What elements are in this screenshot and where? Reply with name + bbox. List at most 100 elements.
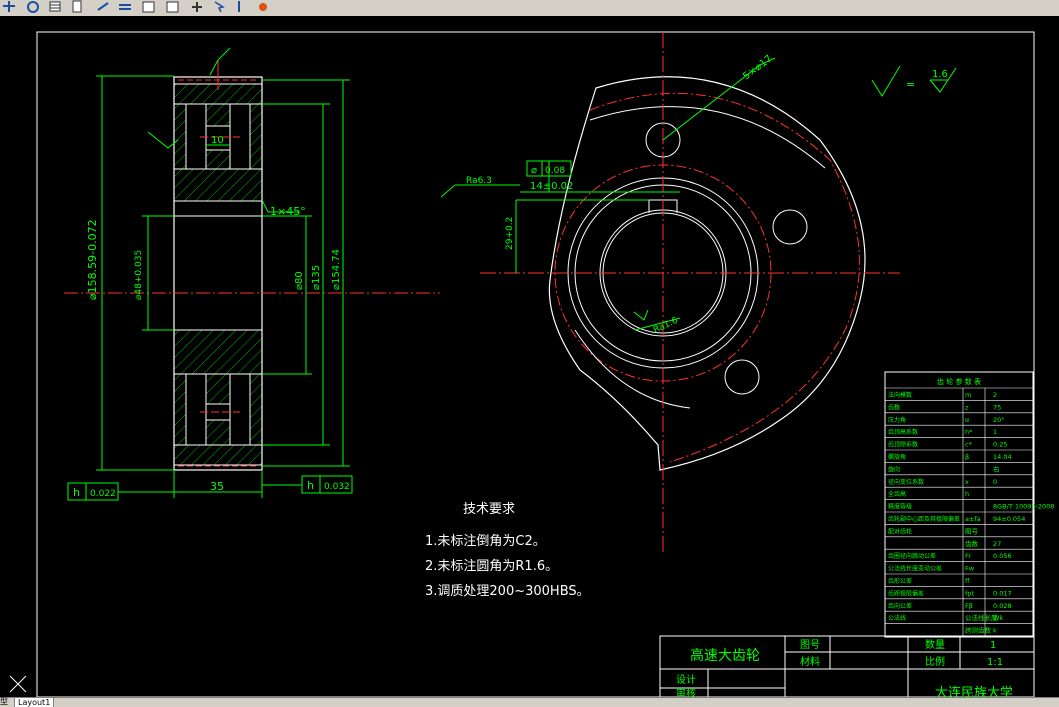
keyway-width: 14±0.02	[530, 181, 573, 192]
part-name: 高速大齿轮	[690, 647, 760, 664]
param-cell: Wk	[993, 614, 1003, 622]
param-cell: m	[965, 391, 971, 399]
tol-right-val: 0.032	[324, 482, 350, 492]
designer-label: 设计	[676, 673, 696, 686]
param-table: 齿 轮 参 数 表 法向模数 m 2 齿数 z 75 压力角 α 20° 齿顶高系数 h* 1 齿顶隙系…	[884, 371, 1054, 638]
param-cell: z	[965, 403, 969, 411]
param-cell: 跨测齿数	[965, 626, 992, 635]
param-cell: 配对齿轮	[888, 527, 912, 535]
tol-left-val: 0.022	[90, 489, 116, 499]
dim-bore: ⌀48+0.035	[134, 250, 144, 300]
match-icon[interactable]	[96, 0, 110, 13]
param-cell: 0	[993, 478, 997, 486]
cursor-icon[interactable]	[232, 0, 246, 13]
roughness-top: Ra6.3	[466, 176, 492, 186]
dim-135: ⌀135	[311, 265, 322, 290]
tol-left-sym: h	[73, 486, 80, 499]
window-icon[interactable]	[142, 0, 156, 13]
roughness-value: 1.6	[932, 69, 948, 80]
param-cell: h	[965, 490, 969, 498]
tech-item-2: 2.未标注圆角为R1.6。	[425, 559, 558, 574]
param-cell: 图号	[965, 527, 979, 535]
roughness-eq: =	[906, 78, 915, 91]
param-cell: 齿顶高系数	[888, 428, 918, 436]
param-cell: α	[965, 416, 969, 424]
param-cell: ff	[965, 577, 970, 585]
param-cell: Fw	[965, 565, 975, 573]
keyway-depth: 29+0.2	[505, 217, 515, 250]
cad-toolbar	[0, 0, 1059, 17]
param-cell: a±fa	[965, 515, 981, 523]
param-cell: c*	[965, 441, 973, 449]
grid-icon[interactable]	[48, 0, 62, 13]
box-icon[interactable]	[118, 0, 132, 13]
orbit-icon[interactable]	[26, 0, 40, 13]
param-cell: 精度等级	[888, 503, 912, 511]
tech-title: 技术要求	[463, 502, 515, 517]
param-cell: 齿数	[965, 539, 979, 548]
param-cell: 75	[993, 403, 1001, 411]
paint-icon[interactable]	[256, 0, 270, 13]
properties-icon[interactable]	[70, 0, 84, 13]
drawing-canvas[interactable]: ⌀158.59-0.072 ⌀48+0.035 ⌀80 ⌀135 ⌀154.74…	[0, 16, 1059, 701]
dim-35: 35	[210, 480, 224, 493]
dim-outer: ⌀158.59-0.072	[86, 219, 99, 300]
dim-80: ⌀80	[294, 271, 305, 290]
pan-icon[interactable]	[2, 0, 16, 13]
param-cell: 压力角	[888, 416, 906, 424]
tol-front-sym: ⌀	[531, 165, 537, 176]
select-icon[interactable]	[212, 0, 226, 13]
param-cell: Fβ	[965, 602, 973, 610]
param-cell: 27	[993, 540, 1001, 548]
param-cell: 齿向公差	[888, 602, 912, 610]
dim-10: 10	[211, 135, 224, 146]
param-cell: 旋向	[888, 465, 900, 473]
param-cell: 0.028	[993, 602, 1012, 610]
param-cell: 全齿高	[888, 490, 906, 498]
move-icon[interactable]	[166, 0, 180, 13]
chamfer-label: 1×45°	[270, 205, 306, 218]
roughness-corner: = 1.6	[871, 65, 957, 97]
param-cell: fpt	[965, 589, 974, 597]
param-cell: 94±0.054	[993, 515, 1025, 523]
section-view: ⌀158.59-0.072 ⌀48+0.035 ⌀80 ⌀135 ⌀154.74…	[64, 47, 440, 501]
tol-front-val: 0.08	[545, 166, 565, 176]
checker-label: 审核	[676, 687, 696, 697]
param-cell: x	[965, 478, 969, 486]
school-name: 大连民族大学	[935, 685, 1013, 697]
param-cell: 20°	[993, 416, 1005, 424]
ucs-icon	[9, 675, 27, 693]
param-cell: 齿距极限偏差	[888, 589, 924, 597]
param-cell: 0.017	[993, 589, 1012, 597]
param-cell: 齿圈径向跳动公差	[888, 552, 936, 560]
dim-15474: ⌀154.74	[331, 249, 342, 290]
front-view: 5×⌀17 ⌀ 0.08 14±0.02 29+0.2 Ra6.3 Ra1.6	[440, 32, 900, 555]
param-cell: 齿轮副中心距及其极限偏差	[888, 515, 960, 523]
param-cell: 8GB/T 10095-2008	[993, 503, 1054, 511]
tech-item-3: 3.调质处理200~300HBS。	[425, 584, 590, 599]
tech-item-1: 1.未标注倒角为C2。	[425, 534, 546, 549]
drawing-svg: ⌀158.59-0.072 ⌀48+0.035 ⌀80 ⌀135 ⌀154.74…	[9, 31, 1054, 701]
param-cell: β	[965, 453, 969, 461]
param-cell: 齿数	[888, 403, 900, 411]
pick-icon[interactable]	[190, 0, 204, 13]
param-cell: 径向变位系数	[888, 478, 924, 486]
param-cell: h*	[965, 428, 973, 436]
tol-right-sym: h	[307, 479, 314, 492]
holes-label: 5×⌀17	[741, 53, 774, 82]
material-label: 材料	[800, 655, 820, 668]
drawing-no-label: 图号	[800, 639, 820, 651]
param-cell: 14.04	[993, 453, 1012, 461]
param-cell: Fr	[965, 552, 971, 560]
param-cell: 2	[993, 391, 997, 399]
param-cell: 法向模数	[888, 391, 912, 399]
param-cell: 齿顶隙系数	[888, 441, 918, 449]
qty-value: 1	[990, 640, 996, 651]
param-cell: 右	[993, 464, 1000, 473]
scale-label: 比例	[925, 655, 945, 668]
param-cell: 0.056	[993, 552, 1012, 560]
model-tab-mark[interactable]: 型	[0, 697, 8, 706]
param-cell: 0.25	[993, 441, 1007, 449]
qty-label: 数量	[925, 638, 945, 651]
param-cell: 公法线长度变动公差	[888, 565, 942, 573]
